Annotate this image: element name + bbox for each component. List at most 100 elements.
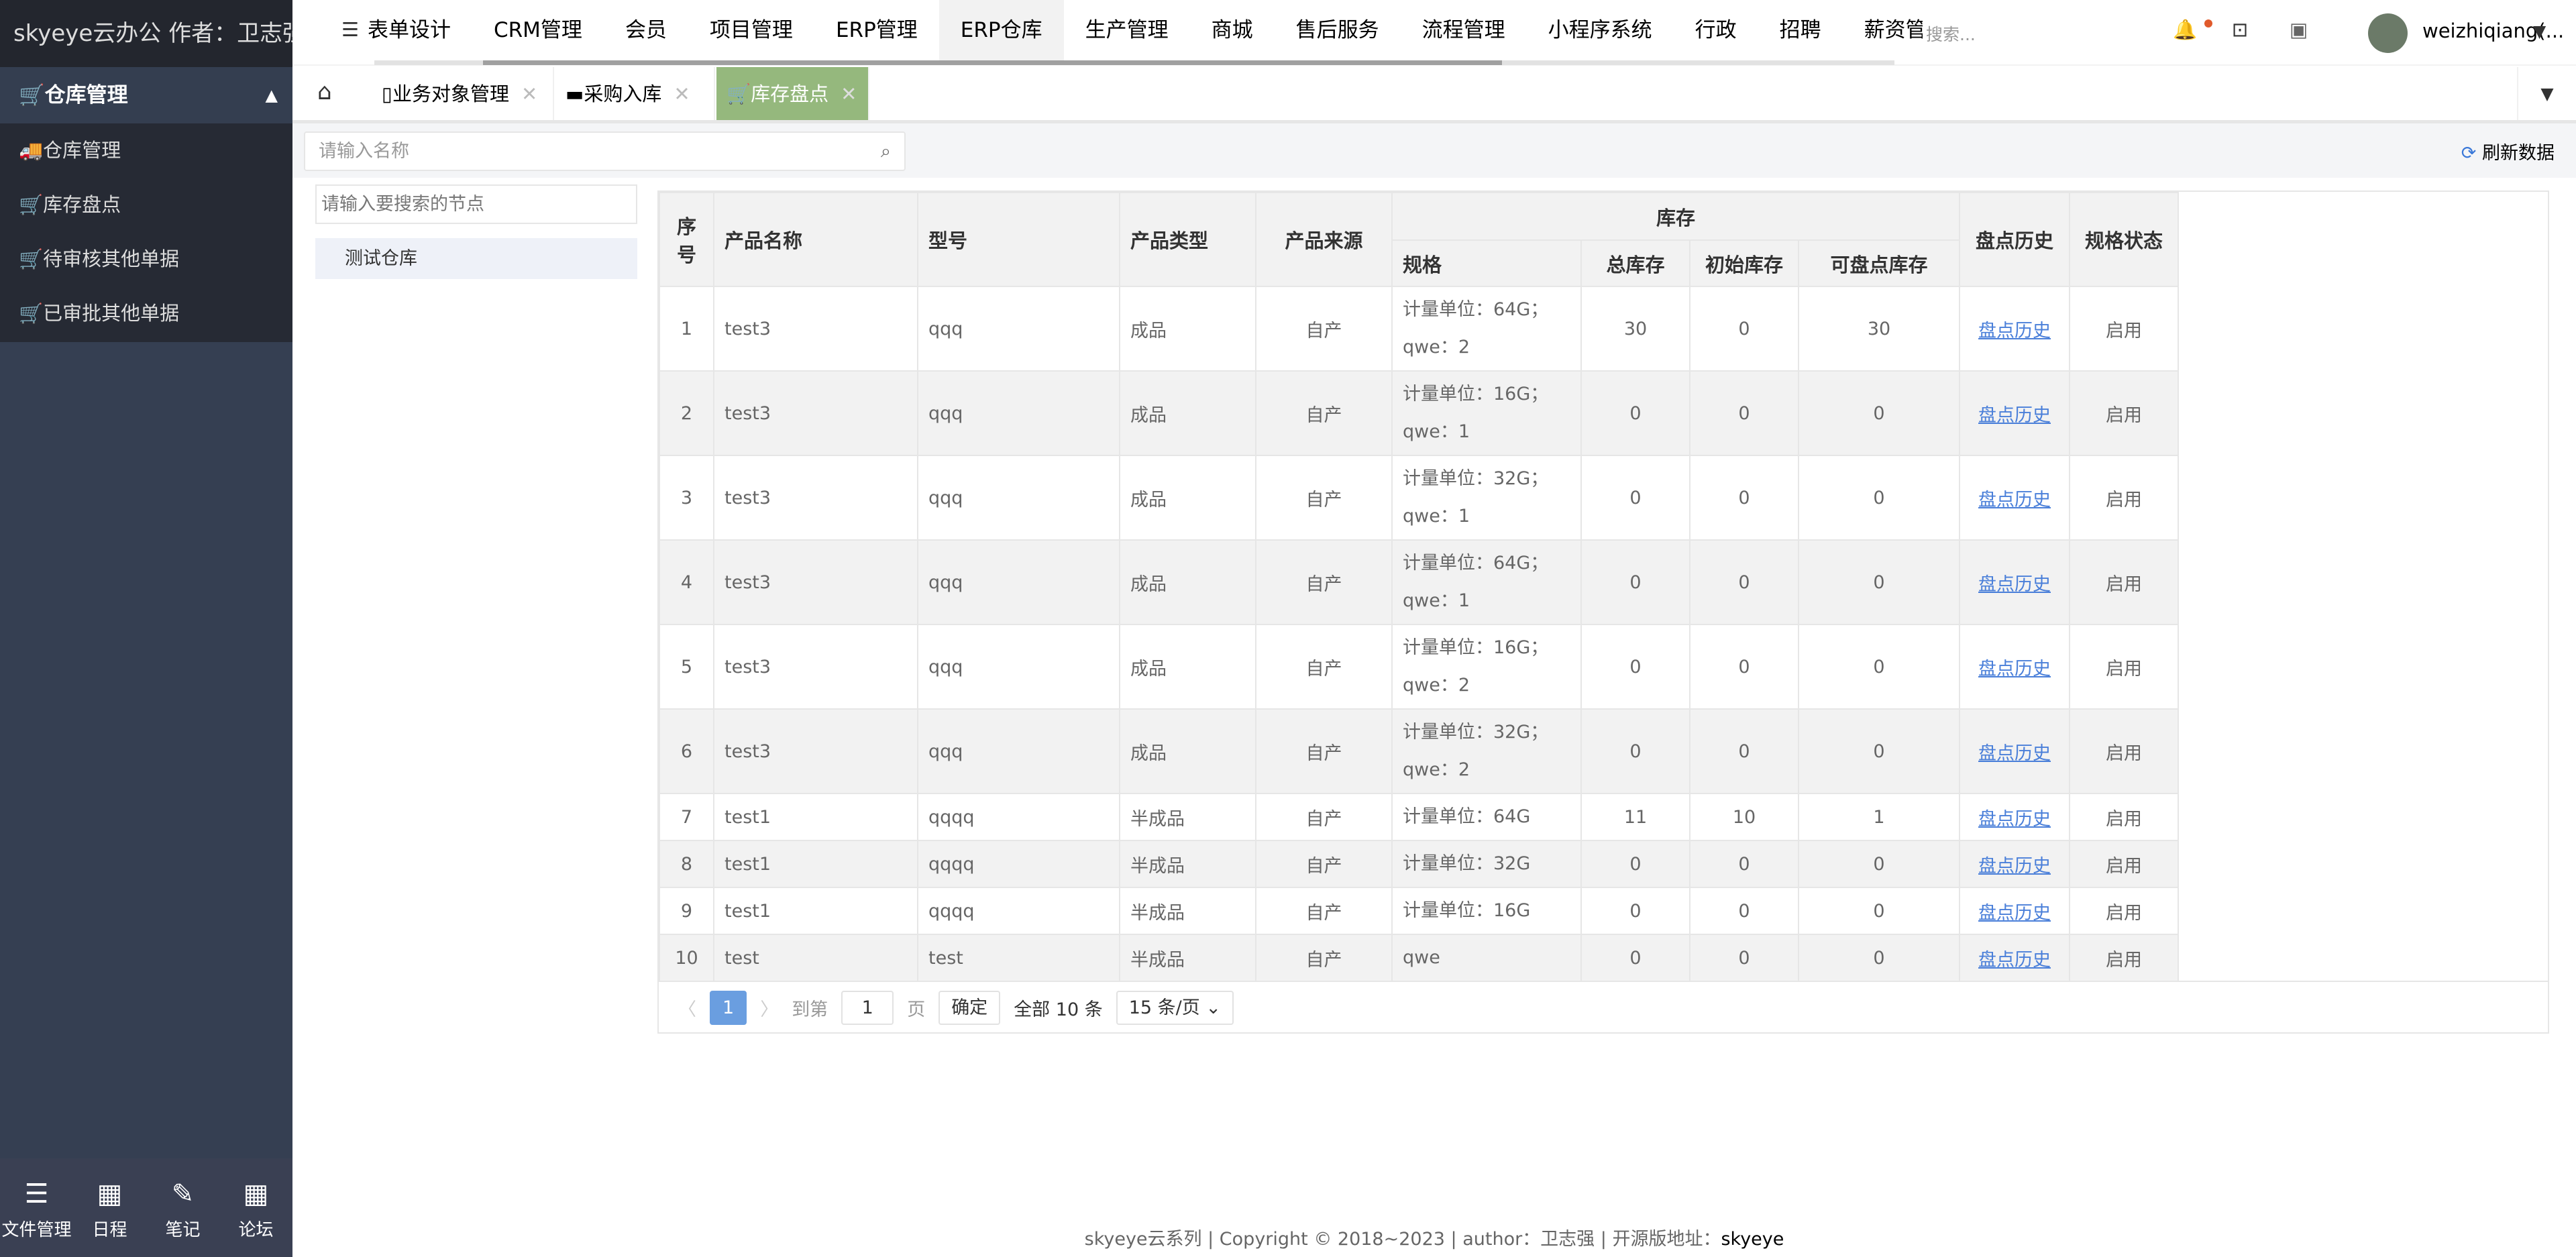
cell: 3 bbox=[659, 455, 714, 541]
label: 论坛 bbox=[238, 1220, 274, 1240]
file-manage-button[interactable]: ☰ 文件管理 bbox=[0, 1158, 73, 1257]
cart-icon: 🛒 bbox=[19, 193, 44, 216]
bell-icon[interactable]: 🔔 bbox=[2173, 18, 2197, 42]
cell: 计量单位：64G bbox=[1391, 793, 1582, 841]
cell: 盘点历史 bbox=[1959, 840, 2071, 888]
history-link[interactable]: 盘点历史 bbox=[1978, 950, 2051, 971]
top-menu-item[interactable]: 流程管理 bbox=[1401, 0, 1527, 61]
table-row: 8 test1 qqqq 半成品 自产 计量单位：32G 0 0 0 盘点历史 启用 bbox=[659, 840, 2180, 888]
cell: 启用 bbox=[2069, 624, 2180, 710]
tab-stocktake[interactable]: 🛒库存盘点 ✕ bbox=[716, 67, 869, 120]
close-icon[interactable]: ✕ bbox=[841, 83, 857, 105]
tab-business-object[interactable]: ▯业务对象管理 ✕ bbox=[372, 67, 554, 120]
history-link[interactable]: 盘点历史 bbox=[1978, 659, 2051, 679]
screen-icon[interactable]: ⊡ bbox=[2232, 18, 2248, 41]
top-menu-item[interactable]: 售后服务 bbox=[1275, 0, 1401, 61]
sidebar-item-stocktake[interactable]: 🛒库存盘点 bbox=[0, 178, 292, 232]
home-icon[interactable]: ⌂ bbox=[317, 78, 332, 105]
top-menu-item[interactable]: 商城 bbox=[1190, 0, 1275, 61]
top-menu-item[interactable]: 招聘 bbox=[1758, 0, 1843, 61]
history-link[interactable]: 盘点历史 bbox=[1978, 405, 2051, 426]
forum-button[interactable]: ▦ 论坛 bbox=[219, 1158, 292, 1257]
menu-toggle-icon[interactable]: ☰ bbox=[341, 18, 359, 41]
cell: 计量单位：32G； qwe：2 bbox=[1391, 708, 1582, 794]
notification-dot bbox=[2204, 19, 2212, 28]
caret-down-icon[interactable]: ▼ bbox=[2533, 21, 2546, 41]
tree-node[interactable]: 测试仓库 bbox=[315, 238, 637, 279]
sidebar-item-approved[interactable]: 🛒已审批其他单据 bbox=[0, 286, 292, 341]
cell: 自产 bbox=[1255, 887, 1393, 935]
caret-up-icon: ▲ bbox=[265, 86, 278, 105]
tab-purchase-in[interactable]: ▬采购入库 ✕ bbox=[555, 67, 715, 120]
refresh-icon: ⟳ bbox=[2461, 143, 2477, 164]
sidebar-item-pending[interactable]: 🛒待审核其他单据 bbox=[0, 232, 292, 286]
cell: 9 bbox=[659, 887, 714, 935]
page-input[interactable]: 1 bbox=[841, 990, 894, 1025]
table-row: 6 test3 qqq 成品 自产 计量单位：32G； qwe：2 0 0 0 盘点历史 启用 bbox=[659, 708, 2180, 794]
top-menu-item[interactable]: CRM管理 bbox=[472, 0, 604, 61]
cell: 0 bbox=[1689, 286, 1799, 372]
top-menu-item[interactable]: 表单设计 bbox=[368, 0, 472, 61]
per-page-select[interactable]: 15 条/页 ⌄ bbox=[1116, 990, 1234, 1025]
close-icon[interactable]: ✕ bbox=[674, 83, 690, 105]
tree-search-input[interactable]: 请输入要搜索的节点 bbox=[315, 184, 637, 224]
menu-scrollbar[interactable] bbox=[374, 60, 1894, 65]
history-link[interactable]: 盘点历史 bbox=[1978, 903, 2051, 924]
cell: test1 bbox=[713, 840, 918, 888]
top-menu-item[interactable]: 生产管理 bbox=[1064, 0, 1190, 61]
cell: 启用 bbox=[2069, 708, 2180, 794]
confirm-button[interactable]: 确定 bbox=[938, 990, 1001, 1025]
spec-line: 计量单位：64G bbox=[1403, 806, 1531, 827]
cell: 1 bbox=[1797, 793, 1961, 841]
cell: test3 bbox=[713, 370, 918, 456]
toolbar: 请输入名称 ⌕ ⟳ 刷新数据 bbox=[292, 123, 2576, 178]
history-link[interactable]: 盘点历史 bbox=[1978, 743, 2051, 764]
spec-line: 计量单位：16G； bbox=[1403, 637, 1549, 658]
cell: 0 bbox=[1797, 624, 1961, 710]
page-1-button[interactable]: 1 bbox=[710, 990, 747, 1025]
prev-page-icon[interactable]: 〈 bbox=[678, 995, 696, 1021]
top-menu-item[interactable]: 行政 bbox=[1674, 0, 1758, 61]
sidebar-item-warehouse[interactable]: 🚚仓库管理 bbox=[0, 123, 292, 178]
avatar[interactable] bbox=[2368, 13, 2408, 53]
notes-button[interactable]: ✎ 笔记 bbox=[146, 1158, 219, 1257]
spec-line: 计量单位：32G； bbox=[1403, 468, 1549, 489]
cell: qqqq bbox=[917, 840, 1120, 888]
schedule-button[interactable]: ▦ 日程 bbox=[73, 1158, 146, 1257]
history-link[interactable]: 盘点历史 bbox=[1978, 574, 2051, 595]
language-icon[interactable]: ▣ bbox=[2290, 18, 2308, 41]
close-icon[interactable]: ✕ bbox=[521, 83, 537, 105]
cell: 半成品 bbox=[1119, 840, 1256, 888]
top-menu-item[interactable]: 会员 bbox=[604, 0, 688, 61]
history-link[interactable]: 盘点历史 bbox=[1978, 321, 2051, 341]
top-menu-item[interactable]: ERP管理 bbox=[814, 0, 939, 61]
refresh-button[interactable]: ⟳ 刷新数据 bbox=[2461, 138, 2555, 164]
cell: 计量单位：16G bbox=[1391, 887, 1582, 935]
name-search-input[interactable]: 请输入名称 ⌕ bbox=[304, 131, 906, 171]
top-menu-item[interactable]: ERP仓库 bbox=[938, 0, 1064, 61]
search-icon[interactable]: ⌕ bbox=[881, 133, 891, 170]
top-menu-item[interactable]: 项目管理 bbox=[688, 0, 814, 61]
history-link[interactable]: 盘点历史 bbox=[1978, 490, 2051, 510]
truck-icon: 🚚 bbox=[19, 139, 44, 162]
sidebar-group-warehouse[interactable]: 🛒仓库管理 ▲ bbox=[0, 67, 292, 123]
footer-link[interactable]: skyeye bbox=[1721, 1229, 1784, 1250]
next-page-icon[interactable]: 〉 bbox=[760, 995, 778, 1021]
cell: 计量单位：16G； qwe：2 bbox=[1391, 624, 1582, 710]
cell: 启用 bbox=[2069, 286, 2180, 372]
top-menu-item[interactable]: 薪资管理 bbox=[1843, 0, 1923, 61]
history-link[interactable]: 盘点历史 bbox=[1978, 809, 2051, 830]
table-row: 10 test test 半成品 自产 qwe 0 0 0 盘点历史 启用 bbox=[659, 934, 2180, 982]
cell: 启用 bbox=[2069, 370, 2180, 456]
tab-dropdown-icon[interactable]: ▼ bbox=[2517, 67, 2576, 120]
search-input[interactable]: 搜索... bbox=[1926, 21, 1976, 46]
cell: 成品 bbox=[1119, 539, 1256, 625]
history-link[interactable]: 盘点历史 bbox=[1978, 856, 2051, 877]
spec-line: qwe bbox=[1403, 947, 1440, 968]
top-menu-item[interactable]: 小程序系统 bbox=[1527, 0, 1674, 61]
spec-line: 计量单位：16G； bbox=[1403, 384, 1549, 404]
col-source: 产品来源 bbox=[1255, 192, 1393, 287]
col-stock: 库存 bbox=[1391, 192, 1961, 241]
col-name: 产品名称 bbox=[713, 192, 918, 287]
cell: 计量单位：32G bbox=[1391, 840, 1582, 888]
